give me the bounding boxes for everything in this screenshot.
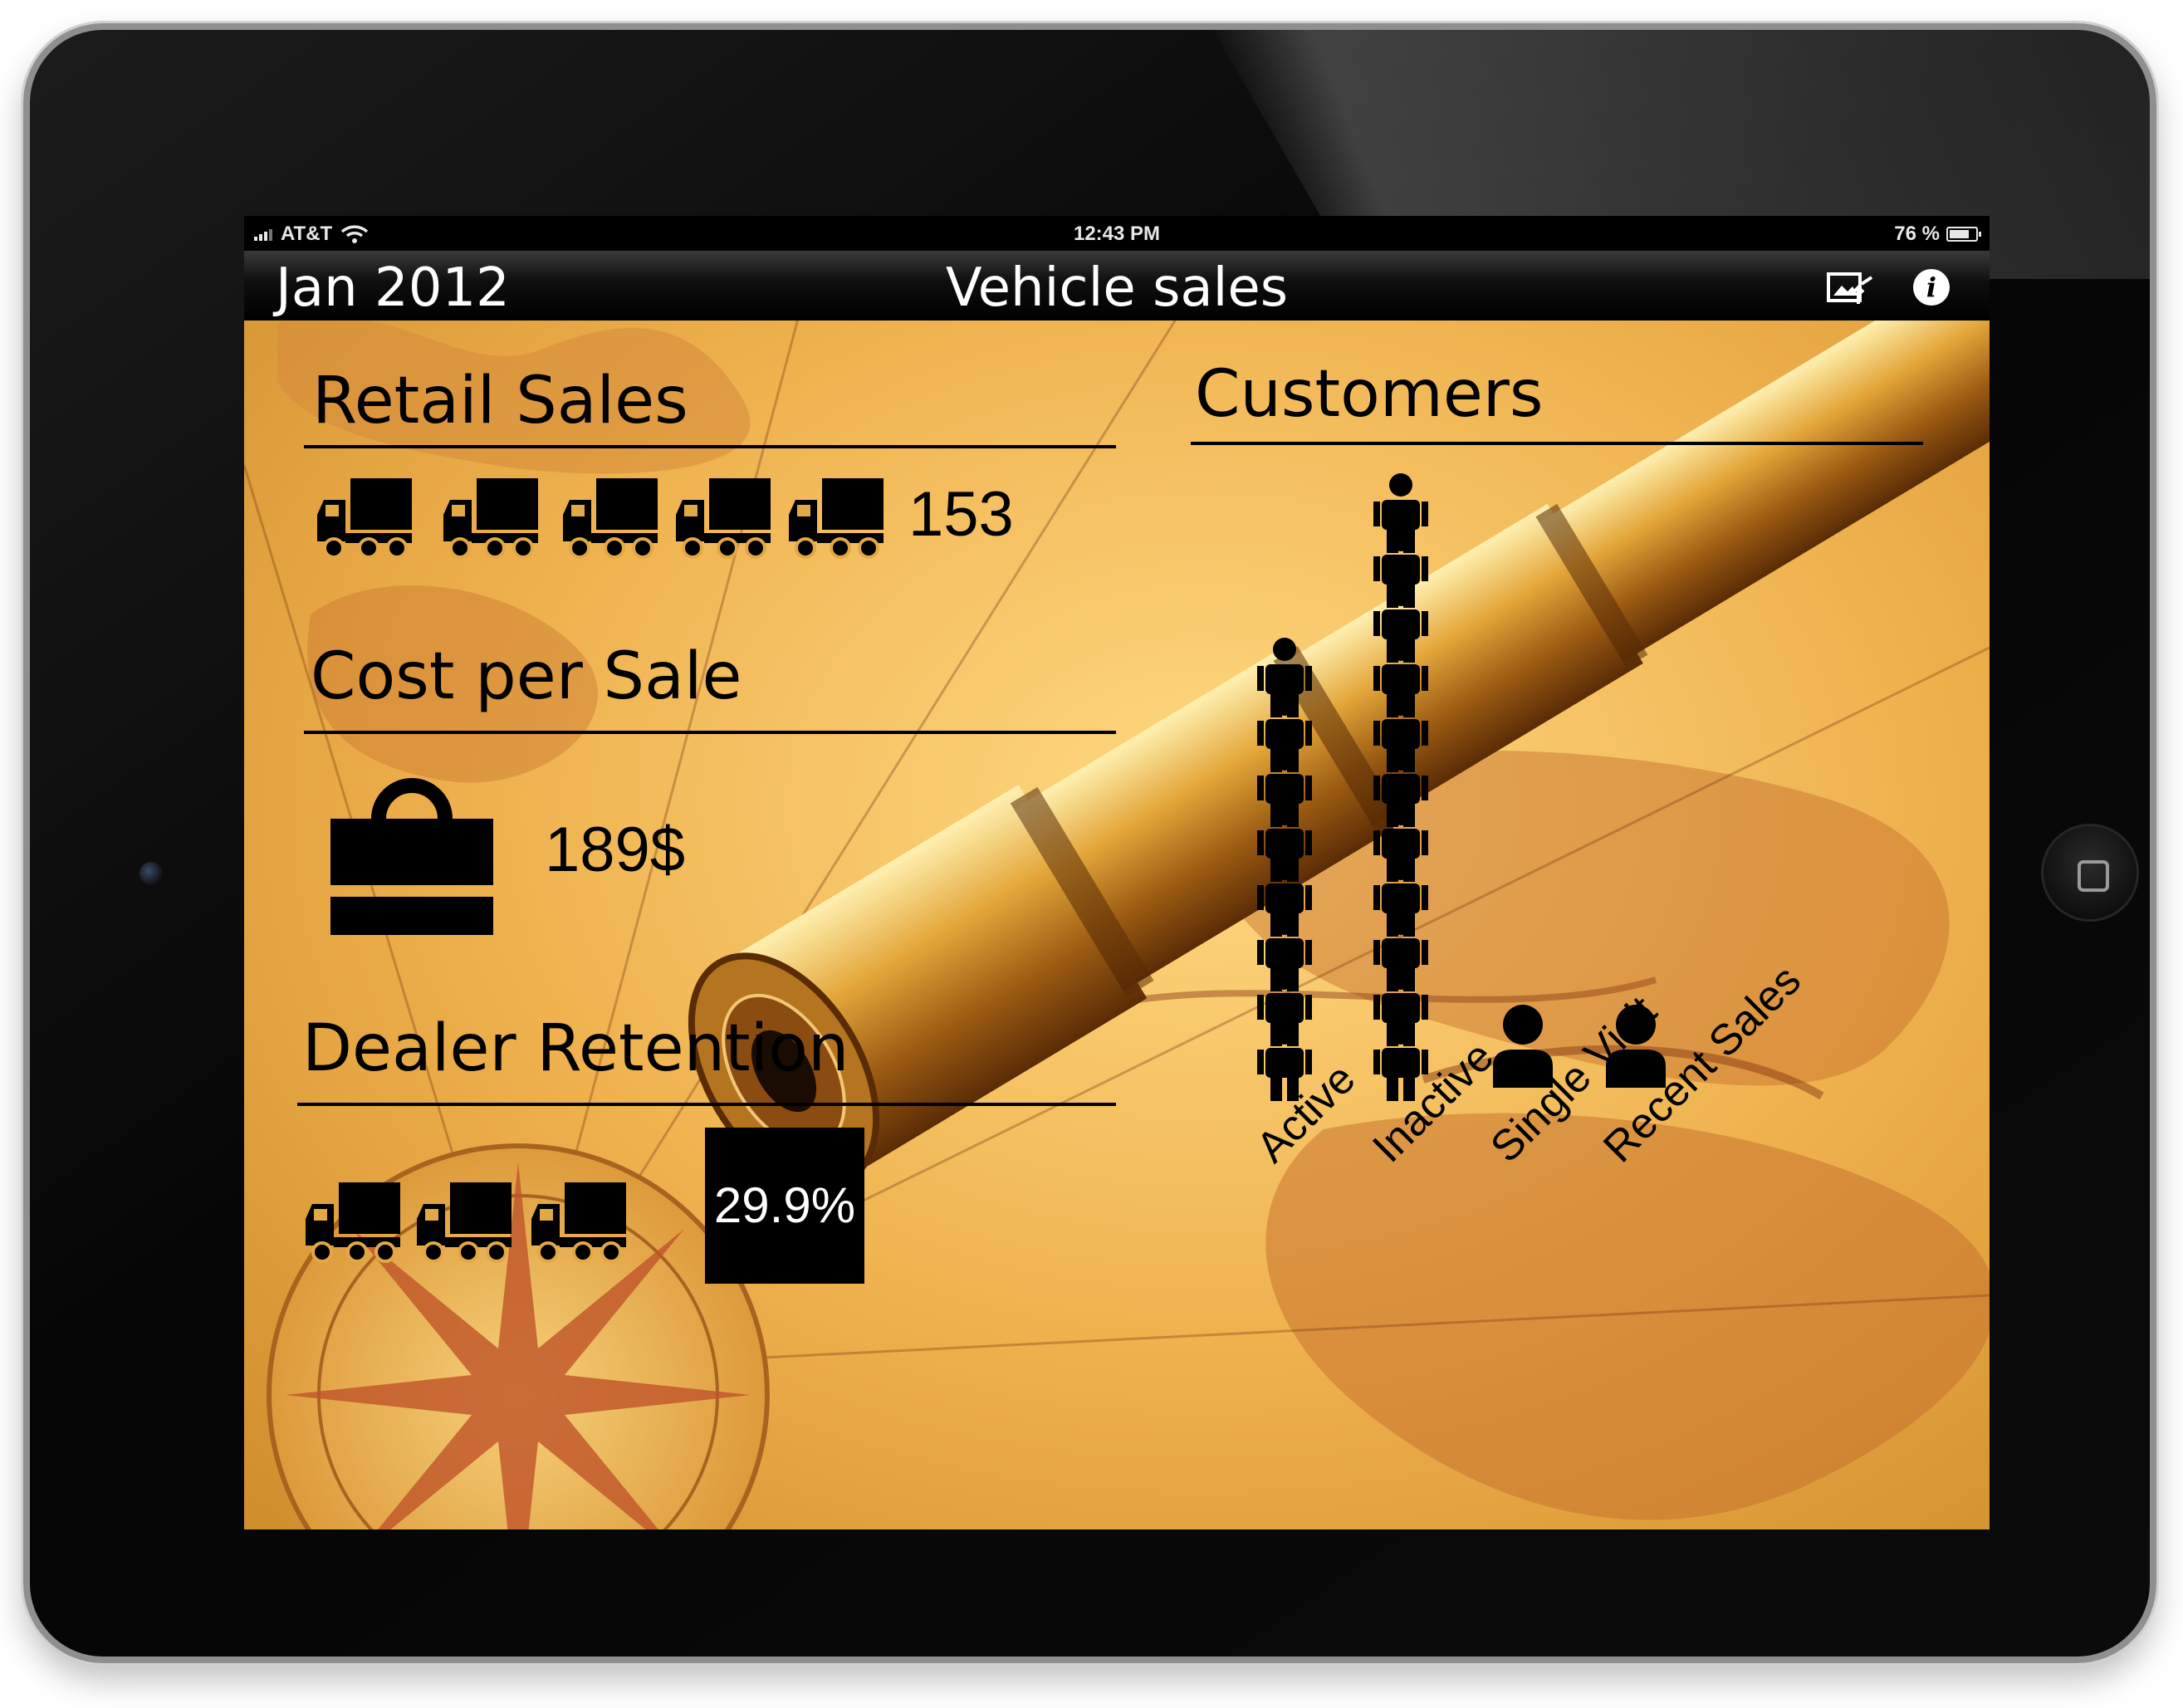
truck-icon bbox=[563, 478, 658, 560]
tablet-screen: AT&T 12:43 PM 76 % Jan 2012 Vehicle sale… bbox=[244, 216, 1990, 1529]
truck-icon bbox=[317, 478, 412, 560]
share-export-icon[interactable] bbox=[1825, 267, 1877, 307]
status-bar: AT&T 12:43 PM 76 % bbox=[244, 216, 1990, 251]
info-icon[interactable]: i bbox=[1913, 269, 1950, 306]
truck-icon bbox=[417, 1182, 511, 1264]
truck-icon bbox=[789, 478, 883, 560]
cost-per-sale-title: Cost per Sale bbox=[311, 639, 742, 714]
camera-icon bbox=[139, 862, 163, 885]
status-time: 12:43 PM bbox=[1073, 223, 1161, 245]
battery-icon bbox=[1946, 227, 1981, 242]
dealer-retention-value: 29.9% bbox=[705, 1128, 864, 1284]
person-icon bbox=[1255, 638, 1314, 722]
truck-icon bbox=[443, 478, 538, 560]
nav-bar: Jan 2012 Vehicle sales i bbox=[244, 251, 1990, 321]
page-title: Vehicle sales bbox=[945, 257, 1289, 319]
person-icon bbox=[1372, 473, 1430, 557]
battery-percent: 76 % bbox=[1894, 223, 1940, 245]
dealer-retention-divider bbox=[297, 1103, 1116, 1106]
customers-divider bbox=[1191, 442, 1923, 445]
cost-per-sale-value: 189$ bbox=[545, 815, 686, 885]
truck-icon bbox=[531, 1182, 626, 1264]
shopping-bag-icon bbox=[330, 778, 493, 935]
cost-per-sale-divider bbox=[304, 731, 1116, 734]
retail-sales-title: Retail Sales bbox=[312, 364, 688, 438]
retail-sales-divider bbox=[304, 445, 1116, 448]
dealer-retention-title: Dealer Retention bbox=[302, 1011, 849, 1086]
home-button[interactable] bbox=[2041, 824, 2139, 922]
truck-icon bbox=[676, 478, 771, 560]
retail-sales-value: 153 bbox=[908, 479, 1014, 550]
tablet-bezel: AT&T 12:43 PM 76 % Jan 2012 Vehicle sale… bbox=[23, 23, 2156, 1663]
customers-title: Customers bbox=[1195, 357, 1544, 432]
truck-icon bbox=[306, 1182, 400, 1264]
